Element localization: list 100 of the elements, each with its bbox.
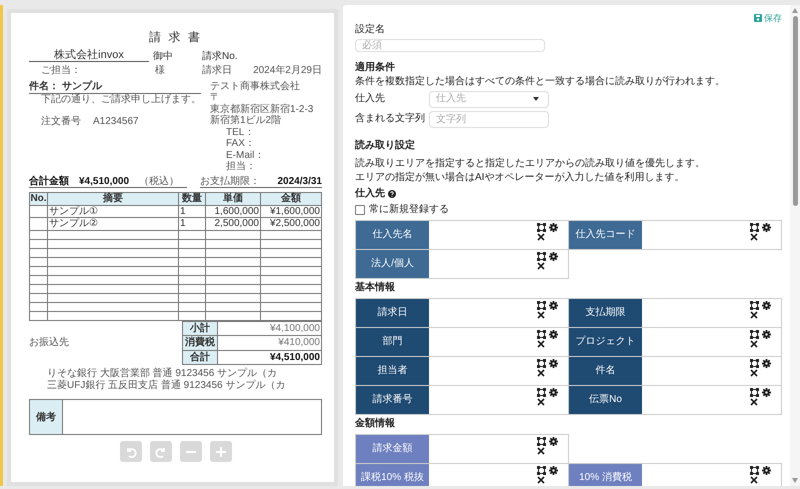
column-header: 金額 [260,192,322,206]
invoice-no-label: 請求No. [202,50,238,62]
select-area-icon[interactable] [750,300,759,310]
select-area-icon[interactable] [537,252,546,261]
settings-icon[interactable] [762,300,771,310]
scroll-down-icon[interactable] [792,478,798,483]
settings-icon[interactable] [549,330,558,339]
settings-icon[interactable] [549,436,558,446]
settings-icon[interactable] [549,222,558,232]
settings-icon[interactable] [549,388,558,397]
contains-text-field[interactable]: 文字列 [429,110,549,128]
table-cell: 1 [178,205,206,218]
select-area-icon[interactable] [750,222,759,232]
select-area-icon[interactable] [537,330,546,339]
clear-icon[interactable] [537,446,545,455]
scrollbar-thumb[interactable] [792,16,798,206]
clear-icon[interactable] [750,310,758,319]
order-number: A1234567 [93,116,139,128]
conditions-note: 条件を複数指定した場合はすべての条件と一致する場合に読み取りが行われます。 [355,76,726,88]
clear-icon[interactable] [750,398,758,406]
remarks-label: 備考 [36,412,56,424]
column-header: 摘要 [48,192,178,206]
field-label: プロジェクト [569,328,642,356]
select-area-icon[interactable] [537,300,546,310]
checkbox-label: 常に新規登録する [369,204,449,216]
clear-icon[interactable] [750,476,758,484]
issuer-line: 〒 [210,92,221,104]
contact-field-label: TEL： [225,126,256,138]
group-heading: 金額情報 [355,418,395,430]
clear-icon[interactable] [537,310,545,319]
honorific: 御中 [153,50,173,62]
settings-icon[interactable] [762,222,771,232]
scroll-up-icon[interactable] [792,8,798,13]
invoice-date: 2024年2月29日 [253,65,322,77]
field-label: 担当者 [356,356,429,385]
bank-account: 三菱UFJ銀行 五反田支店 普通 9123456 サンプル（カ [47,380,286,392]
clear-icon[interactable] [750,340,758,348]
summary-value: ¥410,000 [218,336,322,350]
setting-name-field[interactable]: 必須 [355,38,545,52]
field-label: 請求日 [356,298,429,327]
checkbox[interactable] [355,204,365,215]
field-label: 部門 [356,328,429,356]
save-link[interactable]: 保存 [754,13,782,24]
select-area-icon[interactable] [537,358,546,368]
recipient-name: 株式会社invox [29,48,149,62]
group-heading: 基本情報 [355,282,395,294]
settings-icon[interactable] [549,300,558,310]
group-heading: 仕入先 [355,188,385,200]
supplier-label: 仕入先 [355,93,386,106]
document-title: 請 求 書 [148,31,203,45]
dropdown-caret-icon [533,97,539,102]
contact-field-label: E-Mail： [225,150,266,161]
select-area-icon[interactable] [537,436,546,446]
reading-note: エリアの指定が無い場合はAIやオペレーターが入力した値を利用します。 [355,172,686,184]
summary-value: ¥4,510,000 [218,350,322,365]
field-label: 10% 消費税 [569,464,642,486]
settings-icon[interactable] [549,252,558,261]
clear-icon[interactable] [537,262,545,270]
select-area-icon[interactable] [537,466,546,475]
reading-note: 読み取りエリアを指定すると指定したエリアからの読み取り値を優先します。 [355,158,706,170]
settings-icon[interactable] [762,388,771,397]
summary-label: 小計 [182,321,218,336]
field-label: 件名 [569,356,642,385]
clear-icon[interactable] [537,398,545,406]
bank-label: お振込先 [29,337,69,348]
redo-icon [154,446,166,458]
setting-name-label: 設定名 [355,24,386,36]
total-label: 合計金額 [29,176,69,188]
select-area-icon[interactable] [750,330,759,339]
settings-icon[interactable] [762,466,771,475]
due-date: 2024/3/31 [278,176,322,188]
select-area-icon[interactable] [750,466,759,475]
select-area-icon[interactable] [537,222,546,232]
contains-text-label: 含まれる文字列 [355,113,426,126]
select-area-icon[interactable] [537,388,546,397]
field-label: 請求番号 [356,386,429,414]
field-label: 伝票No [569,386,642,414]
clear-icon[interactable] [750,232,758,241]
settings-icon[interactable] [549,466,558,475]
supplier-select[interactable]: 仕入先 [429,90,549,108]
help-icon[interactable] [388,190,396,198]
clear-icon[interactable] [537,476,545,484]
tax-note: （税込） [139,176,180,188]
save-icon [754,14,762,22]
settings-icon[interactable] [762,330,771,339]
field-label: 請求金額 [356,434,429,463]
clear-icon[interactable] [537,340,545,348]
contact-field-label: FAX： [225,138,256,150]
select-area-icon[interactable] [750,388,759,397]
clear-icon[interactable] [537,232,545,241]
subject: 件名： サンプル [29,80,201,94]
clear-icon[interactable] [750,368,758,377]
settings-icon[interactable] [549,358,558,368]
summary-label: 消費税 [182,336,218,350]
scrollbar[interactable] [790,5,800,486]
settings-icon[interactable] [762,358,771,368]
clear-icon[interactable] [537,368,545,377]
section-heading: 読み取り設定 [355,140,416,152]
select-area-icon[interactable] [750,358,759,368]
contact-label: ご担当： [40,65,81,77]
